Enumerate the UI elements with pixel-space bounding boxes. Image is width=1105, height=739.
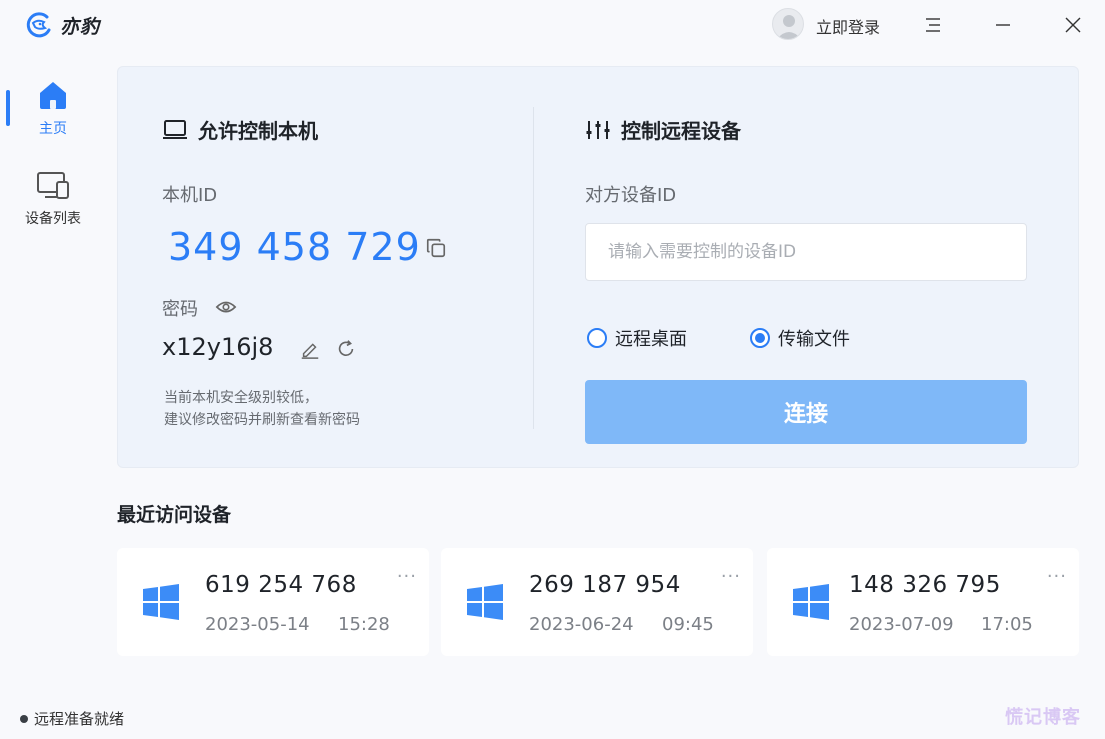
recent-devices-title: 最近访问设备 xyxy=(117,504,232,526)
connect-button[interactable]: 连接 xyxy=(585,380,1027,444)
login-link[interactable]: 立即登录 xyxy=(816,14,880,38)
sliders-icon xyxy=(586,120,610,139)
recent-device-time: 09:45 xyxy=(662,614,714,635)
status-text: 远程准备就绪 xyxy=(34,710,125,728)
mode-file-transfer-radio[interactable]: 传输文件 xyxy=(750,325,850,351)
menu-icon xyxy=(926,18,940,32)
recent-device-card[interactable]: 619 254 768 2023-05-14 15:28 ··· xyxy=(117,548,429,656)
devices-icon xyxy=(36,168,70,202)
more-options-button[interactable]: ··· xyxy=(721,566,741,587)
security-hint: 当前本机安全级别较低， 建议修改密码并刷新查看新密码 xyxy=(164,387,360,431)
password-label: 密码 xyxy=(162,299,198,320)
password-value: x12y16j8 xyxy=(162,333,274,361)
local-title-text: 允许控制本机 xyxy=(198,119,318,143)
refresh-icon xyxy=(338,340,354,357)
connection-panel: 允许控制本机 本机ID 349 458 729 密码 x12y16j8 当前本机… xyxy=(117,66,1079,468)
hint-line-1: 当前本机安全级别较低， xyxy=(164,390,318,406)
show-password-button[interactable] xyxy=(214,295,238,319)
sidebar-item-label: 主页 xyxy=(39,121,67,137)
copy-button[interactable] xyxy=(423,235,449,261)
local-id-label: 本机ID xyxy=(162,185,218,206)
recent-device-id: 148 326 795 xyxy=(849,572,1001,598)
menu-button[interactable] xyxy=(918,10,948,40)
remote-id-label: 对方设备ID xyxy=(585,185,677,206)
recent-device-time: 17:05 xyxy=(981,614,1033,635)
close-button[interactable] xyxy=(1058,10,1088,40)
mode-remote-desktop-radio[interactable]: 远程桌面 xyxy=(587,325,687,351)
section-divider xyxy=(533,107,534,429)
radio-dot-file xyxy=(750,328,770,348)
recent-device-card[interactable]: 269 187 954 2023-06-24 09:45 ··· xyxy=(441,548,753,656)
user-icon xyxy=(777,15,801,39)
close-icon xyxy=(1065,17,1081,33)
sidebar-item-devices[interactable]: 设备列表 xyxy=(0,156,106,246)
local-section-title: 允许控制本机 xyxy=(162,115,318,144)
app-logo: 亦豹 xyxy=(24,10,100,40)
remote-title-text: 控制远程设备 xyxy=(621,119,741,143)
recent-device-card[interactable]: 148 326 795 2023-07-09 17:05 ··· xyxy=(767,548,1079,656)
refresh-password-button[interactable] xyxy=(334,337,358,361)
avatar[interactable] xyxy=(772,8,804,40)
remote-section-title: 控制远程设备 xyxy=(585,115,741,144)
more-options-button[interactable]: ··· xyxy=(1047,566,1067,587)
sidebar-item-label: 设备列表 xyxy=(25,211,81,227)
local-device-id: 349 458 729 xyxy=(168,225,421,269)
recent-device-date: 2023-06-24 xyxy=(529,614,634,635)
recent-device-time: 15:28 xyxy=(338,614,390,635)
copy-icon xyxy=(426,238,446,258)
laptop-icon xyxy=(163,119,187,139)
recent-device-id: 269 187 954 xyxy=(529,572,681,598)
recent-device-date: 2023-07-09 xyxy=(849,614,954,635)
more-options-button[interactable]: ··· xyxy=(397,566,417,587)
eye-icon xyxy=(215,301,237,313)
windows-icon xyxy=(793,584,829,620)
active-indicator xyxy=(6,90,10,126)
home-icon xyxy=(36,78,70,112)
mode-file-transfer-label: 传输文件 xyxy=(778,329,850,350)
title-bar: 亦豹 立即登录 xyxy=(0,0,1105,50)
windows-icon xyxy=(143,584,179,620)
radio-dot-desktop xyxy=(587,328,607,348)
sidebar: 主页 设备列表 xyxy=(0,66,106,246)
status-dot xyxy=(20,714,28,723)
windows-icon xyxy=(467,584,503,620)
app-logo-icon xyxy=(26,12,51,38)
minimize-icon xyxy=(996,24,1010,26)
recent-device-id: 619 254 768 xyxy=(205,572,357,598)
status-bar: 远程准备就绪 xyxy=(20,708,124,729)
hint-line-2: 建议修改密码并刷新查看新密码 xyxy=(164,412,360,428)
edit-password-button[interactable] xyxy=(298,337,322,361)
pencil-icon xyxy=(301,343,319,359)
app-name: 亦豹 xyxy=(60,15,101,38)
mode-remote-desktop-label: 远程桌面 xyxy=(615,329,687,350)
recent-device-date: 2023-05-14 xyxy=(205,614,310,635)
watermark: 慌记博客 xyxy=(1005,707,1081,728)
sidebar-item-home[interactable]: 主页 xyxy=(0,66,106,156)
minimize-button[interactable] xyxy=(988,10,1018,40)
remote-id-input[interactable] xyxy=(585,223,1027,281)
